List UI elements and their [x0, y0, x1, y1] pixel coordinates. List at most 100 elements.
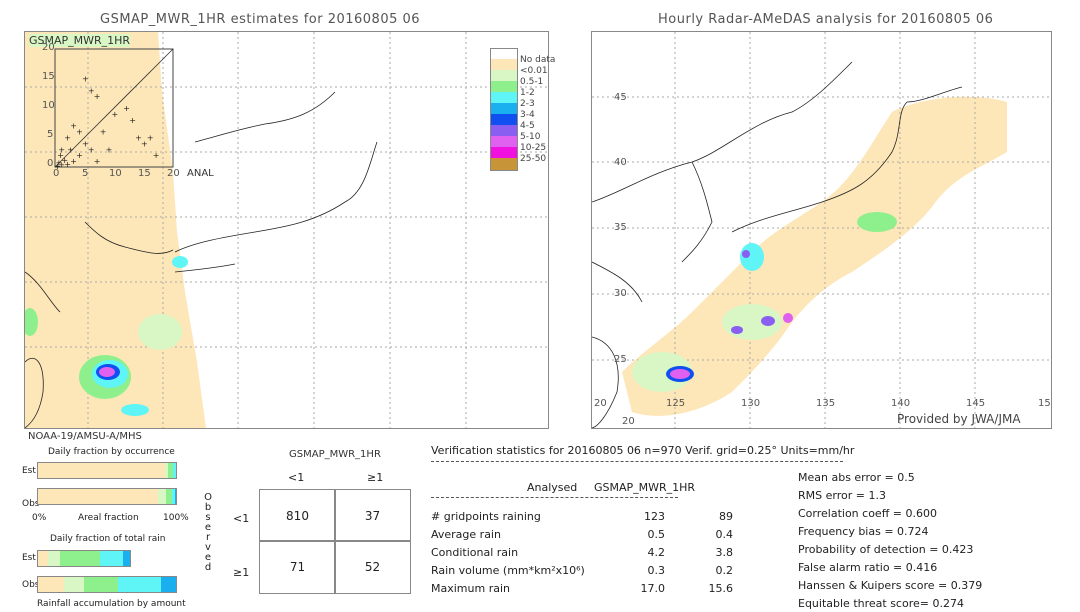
cell-false-alarm: 37 — [334, 489, 411, 542]
scatter-point: + — [58, 145, 65, 154]
occ-est-label: Est — [22, 466, 36, 476]
rain-area — [731, 326, 743, 334]
row-header: ≥1 — [233, 566, 250, 579]
lon-tick: 135 — [816, 398, 836, 409]
stat-analysed: 123 — [644, 510, 665, 523]
col-header: ≥1 — [367, 471, 384, 484]
left-map-title: GSMAP_MWR_1HR estimates for 20160805 06 — [100, 12, 421, 27]
lon-tick: 125 — [666, 398, 686, 409]
lon-tick: 15 — [1038, 398, 1051, 409]
stat-analysed: 0.5 — [647, 528, 666, 541]
total-rain-title: Daily fraction of total rain — [50, 534, 166, 544]
rain-area — [783, 313, 793, 323]
lat-tick: 30 — [614, 288, 627, 299]
lat-tick: 45 — [614, 92, 627, 103]
inset-xlabel: ANAL — [187, 168, 214, 179]
rain-area — [670, 369, 690, 379]
scatter-point: + — [94, 92, 101, 101]
total-rain-footer: Rainfall accumulation by amount — [37, 599, 186, 609]
stat-label: Conditional rain — [431, 546, 519, 559]
bar-segment — [158, 489, 167, 504]
legend-label: No data — [520, 55, 556, 65]
inset-ytick: 20 — [42, 42, 55, 53]
axis-right-label: 100% — [163, 513, 189, 523]
legend-label: 1-2 — [520, 88, 535, 98]
score-item: Hanssen & Kuipers score = 0.379 — [798, 579, 983, 592]
inset-ytick: 15 — [42, 71, 55, 82]
rain-area — [138, 314, 182, 350]
legend-label: 10-25 — [520, 143, 547, 153]
scatter-point: + — [153, 151, 160, 160]
bar-segment — [160, 577, 176, 592]
stat-label: Average rain — [431, 528, 501, 541]
row-header: <1 — [233, 512, 250, 525]
lon-tick: 145 — [966, 398, 986, 409]
bar-segment — [83, 577, 119, 592]
score-item: Equitable threat score= 0.274 — [798, 597, 964, 610]
score-item: Correlation coeff = 0.600 — [798, 507, 937, 520]
cell-miss: 71 — [259, 540, 336, 594]
divider — [431, 497, 678, 498]
left-map: GSMAP_MWR_1HR + + + + + + + + + + + + + + + + + + + + + + + + + +… — [24, 31, 549, 429]
stat-model: 89 — [719, 510, 733, 523]
score-item: Probability of detection = 0.423 — [798, 543, 974, 556]
scatter-point: + — [141, 139, 148, 148]
col-analysed: Analysed — [527, 481, 578, 494]
inset-xtick: 20 — [167, 168, 180, 179]
axis-mid-label: Areal fraction — [78, 513, 139, 523]
inset-xtick: 15 — [138, 168, 151, 179]
stat-model: 15.6 — [708, 582, 734, 595]
stat-label: # gridpoints raining — [431, 510, 541, 523]
bar-segment — [60, 551, 100, 566]
stat-model: 0.4 — [715, 528, 734, 541]
inset-xtick: 10 — [109, 168, 122, 179]
lat-tick: 40 — [614, 157, 627, 168]
cell-hits-neg: 810 — [259, 489, 336, 542]
total-rain-obs-bar — [37, 576, 177, 593]
col-header: <1 — [288, 471, 305, 484]
data-credit: Provided by JWA/JMA — [897, 412, 1021, 426]
scatter-point: + — [100, 128, 107, 137]
inset-ytick: 10 — [42, 100, 55, 111]
occurrence-obs-bar — [37, 488, 177, 505]
right-map-title: Hourly Radar-AMeDAS analysis for 2016080… — [658, 12, 994, 27]
scatter-point: + — [64, 134, 71, 143]
legend-label: 0.5-1 — [520, 77, 544, 87]
scatter-point: + — [76, 151, 83, 160]
rain-area — [857, 212, 897, 232]
right-map-canvas — [592, 32, 1051, 428]
scatter-point: + — [147, 134, 154, 143]
occurrence-title: Daily fraction by occurrence — [48, 447, 175, 457]
legend-label: 25-50 — [520, 154, 547, 164]
legend-label: 2-3 — [520, 99, 535, 109]
bar-segment — [64, 577, 84, 592]
rain-area — [742, 250, 750, 258]
col-model: GSMAP_MWR_1HR — [594, 481, 696, 494]
lon-tick: 140 — [891, 398, 911, 409]
divider — [431, 461, 843, 462]
lat-tick: 35 — [614, 222, 627, 233]
scatter-point: + — [112, 110, 119, 119]
stat-model: 3.8 — [715, 546, 734, 559]
scatter-point: + — [123, 104, 130, 113]
stat-label: Maximum rain — [431, 582, 510, 595]
observed-side-label: Observed — [204, 492, 212, 573]
lat-tick: 25 — [614, 354, 627, 365]
lat-tick: 20 — [622, 416, 635, 427]
tr-est-label: Est — [22, 553, 36, 563]
inset-ytick: 5 — [47, 129, 54, 140]
lon-tick: 20 — [594, 398, 607, 409]
verification-header: Verification statistics for 20160805 06 … — [431, 444, 855, 457]
stat-analysed: 4.2 — [647, 546, 666, 559]
stat-analysed: 17.0 — [640, 582, 666, 595]
scatter-point: + — [94, 157, 101, 166]
rain-area — [761, 316, 775, 326]
lon-tick: 130 — [741, 398, 761, 409]
total-rain-est-bar — [37, 550, 131, 567]
bar-segment — [38, 489, 159, 504]
stat-analysed: 0.3 — [647, 564, 666, 577]
bar-segment — [173, 463, 176, 478]
bar-segment — [174, 489, 176, 504]
sensor-label: NOAA-19/AMSU-A/MHS — [28, 431, 142, 442]
inset-xtick: 5 — [82, 168, 89, 179]
